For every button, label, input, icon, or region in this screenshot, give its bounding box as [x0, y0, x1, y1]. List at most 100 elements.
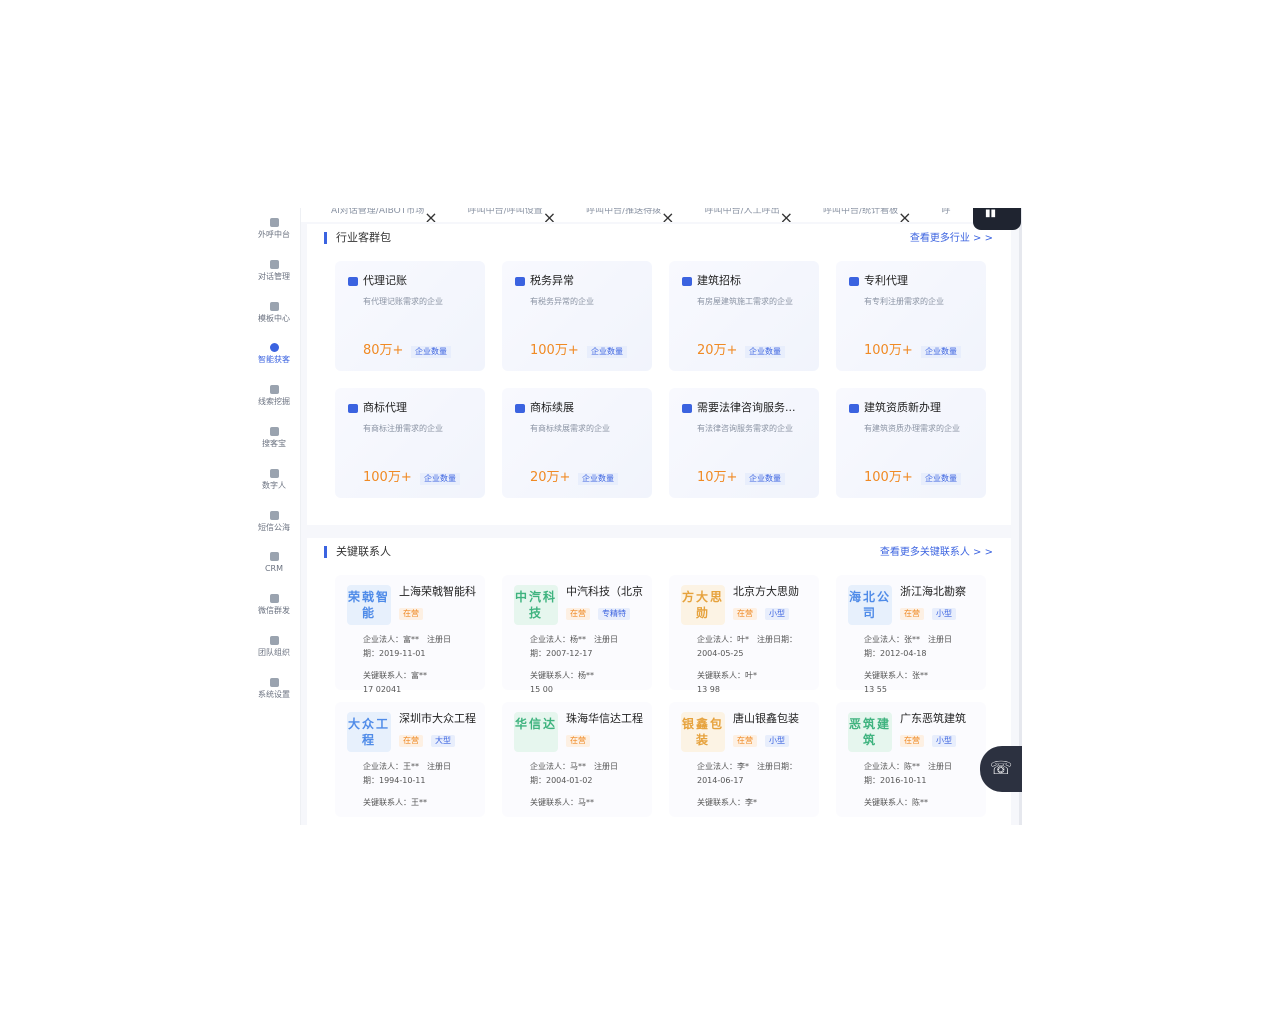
- sidebar-item[interactable]: 模板中心: [252, 301, 296, 324]
- company-count-badge: 企业数量: [921, 473, 961, 485]
- legal-person: 企业法人：叶* 注册日期：: [697, 635, 797, 645]
- company-logo: 华信达: [514, 712, 558, 752]
- contact-card[interactable]: 银鑫包装 唐山银鑫包装 在营 小型 企业法人：李* 注册日期： 2014-06-17 关键联系…: [669, 702, 819, 817]
- industry-card[interactable]: 代理记账 有代理记账需求的企业 80万+ 企业数量: [335, 261, 485, 371]
- legal-person-text: 企业法人：杨**: [530, 635, 586, 644]
- contact-card[interactable]: 荣戟智能 上海荣戟智能科 在营 企业法人：富** 注册日 期：2019-11-01 关键联系…: [335, 575, 485, 694]
- contact-card[interactable]: 中汽科技 中汽科技（北京 在营 专精特 企业法人：杨** 注册日 期：2007-12-17 关…: [502, 575, 652, 694]
- contacts-panel: 关键联系人 查看更多关键联系人 > > 荣戟智能 上海荣戟智能科 在营 企业法人：富*…: [307, 538, 1011, 825]
- reg-date: 期：1994-10-11: [363, 776, 426, 785]
- menu-icon: ▮▮: [985, 208, 997, 219]
- reg-date-label: 注册日: [594, 762, 618, 771]
- contact-phone[interactable]: 13 98: [697, 685, 720, 695]
- close-icon[interactable]: ×: [661, 208, 674, 222]
- company-logo: 中汽科技: [514, 585, 558, 625]
- industry-name: 需要法律咨询服务...: [697, 401, 796, 414]
- sidebar-item[interactable]: 微信群发: [252, 594, 296, 616]
- industry-card[interactable]: 建筑资质新办理 有建筑资质办理需求的企业 100万+ 企业数量: [836, 388, 986, 498]
- tab-item[interactable]: 呼叫中台/推送待拨: [586, 208, 661, 216]
- sidebar-item[interactable]: CRM: [252, 552, 296, 574]
- sidebar-item[interactable]: 数字人: [252, 468, 296, 491]
- industry-card[interactable]: 专利代理 有专利注册需求的企业 100万+ 企业数量: [836, 261, 986, 371]
- status-badge: 在营: [399, 735, 423, 747]
- close-icon[interactable]: ×: [898, 208, 911, 222]
- contact-card[interactable]: 恶筑建筑 广东恶筑建筑 在营 小型 企业法人：陈** 注册日 期：2016-10-11 关键联…: [836, 702, 986, 817]
- industry-name: 代理记账: [363, 274, 407, 287]
- size-badge: 小型: [932, 608, 956, 620]
- reg-date-label: 注册日: [594, 635, 618, 644]
- scrollbar[interactable]: [1019, 208, 1022, 825]
- key-contact: 关键联系人：李*: [697, 798, 757, 807]
- key-contact: 关键联系人：张**: [864, 671, 928, 680]
- sidebar-item[interactable]: 团队组织: [252, 636, 296, 658]
- dig-icon: [269, 385, 279, 395]
- contact-phone[interactable]: 13 55: [864, 685, 887, 695]
- wechat-icon: [269, 594, 279, 604]
- contacts-more-link[interactable]: 查看更多关键联系人 > >: [880, 547, 993, 559]
- company-count-badge: 企业数量: [411, 346, 451, 358]
- legal-person-text: 企业法人：王**: [363, 762, 419, 771]
- legal-person-text: 企业法人：叶*: [697, 635, 749, 644]
- contact-card[interactable]: 方大思勋 北京方大思勋 在营 小型 企业法人：叶* 注册日期： 2004-05-25 关键联系…: [669, 575, 819, 694]
- status-badge: 在营: [399, 608, 423, 620]
- industry-more-link[interactable]: 查看更多行业 > >: [910, 233, 993, 245]
- reg-date-label: 注册日: [928, 762, 952, 771]
- key-contact: 关键联系人：陈**: [864, 798, 928, 807]
- sidebar-item[interactable]: 线索挖掘: [252, 385, 296, 407]
- company-count-badge: 企业数量: [578, 473, 618, 485]
- tab-item[interactable]: 呼叫中台/人工呼出: [705, 208, 780, 216]
- sidebar-item[interactable]: 搜客宝: [252, 427, 296, 449]
- team-icon: [269, 636, 279, 645]
- industry-card[interactable]: 商标续展 有商标续展需求的企业 20万+ 企业数量: [502, 388, 652, 498]
- size-badge: 小型: [765, 735, 789, 747]
- size-badge: 专精特: [598, 608, 630, 620]
- reg-date-label: 注册日: [427, 762, 451, 771]
- legal-person: 企业法人：李* 注册日期：: [697, 762, 797, 772]
- floating-menu-button[interactable]: ▮▮: [973, 208, 1021, 230]
- industry-icon: [849, 277, 859, 286]
- tab-item[interactable]: 呼叫中台/呼叫设置: [468, 208, 543, 216]
- sidebar-item[interactable]: 对话管理: [252, 259, 296, 282]
- close-icon[interactable]: ×: [543, 208, 556, 222]
- phone-support-button[interactable]: ☏: [980, 746, 1022, 792]
- main-content: AI对话管理/AIBOT市场× 呼叫中台/呼叫设置× 呼叫中台/推送待拨× 呼叫中台/…: [301, 208, 1022, 825]
- industry-card[interactable]: 税务异常 有税务异常的企业 100万+ 企业数量: [502, 261, 652, 371]
- industry-name: 建筑招标: [697, 274, 741, 287]
- contact-card[interactable]: 海北公司 浙江海北勘察 在营 小型 企业法人：张** 注册日 期：2012-04-18 关键联…: [836, 575, 986, 694]
- tab-item[interactable]: 呼叫中台/统计看板: [823, 208, 898, 216]
- contact-phone[interactable]: 17 02041: [363, 685, 401, 695]
- sidebar-item-label: 搜客宝: [262, 439, 286, 448]
- template-icon: [269, 301, 279, 311]
- industry-desc: 有法律咨询服务需求的企业: [697, 424, 793, 433]
- sidebar-item[interactable]: 系统设置: [252, 677, 296, 700]
- reg-date-label: 注册日期：: [757, 762, 797, 771]
- legal-person: 企业法人：张** 注册日: [864, 635, 952, 645]
- industry-icon: [682, 277, 692, 286]
- sidebar-item[interactable]: 智能获客: [252, 343, 296, 365]
- sidebar-item-label: 对话管理: [258, 271, 290, 281]
- contacts-title: 关键联系人: [324, 546, 391, 558]
- company-count: 10万+: [697, 470, 738, 485]
- company-count-badge: 企业数量: [921, 346, 961, 358]
- sidebar-item[interactable]: 外呼中台: [252, 218, 296, 240]
- company-count-badge: 企业数量: [745, 473, 785, 485]
- company-count: 100万+: [530, 343, 579, 358]
- industry-card[interactable]: 需要法律咨询服务... 有法律咨询服务需求的企业 10万+ 企业数量: [669, 388, 819, 498]
- phone-icon: [269, 218, 279, 227]
- close-icon[interactable]: ×: [780, 208, 793, 222]
- industry-card[interactable]: 建筑招标 有房屋建筑施工需求的企业 20万+ 企业数量: [669, 261, 819, 371]
- company-name: 上海荣戟智能科: [399, 585, 476, 598]
- industry-icon: [849, 404, 859, 413]
- contact-phone[interactable]: 15 00: [530, 685, 553, 695]
- contact-card[interactable]: 大众工程 深圳市大众工程 在营 大型 企业法人：王** 注册日 期：1994-10-11 关键…: [335, 702, 485, 817]
- industry-card[interactable]: 商标代理 有商标注册需求的企业 100万+ 企业数量: [335, 388, 485, 498]
- tab-item[interactable]: 呼: [941, 208, 950, 216]
- tab-item[interactable]: AI对话管理/AIBOT市场: [331, 208, 424, 216]
- contact-card[interactable]: 华信达 珠海华信达工程 在营 企业法人：马** 注册日 期：2004-01-02 关键联系人…: [502, 702, 652, 817]
- reg-date-label: 注册日: [427, 635, 451, 644]
- size-badge: 小型: [932, 735, 956, 747]
- company-count-badge: 企业数量: [745, 346, 785, 358]
- industry-desc: 有商标续展需求的企业: [530, 424, 610, 433]
- close-icon[interactable]: ×: [424, 208, 437, 222]
- sidebar-item[interactable]: 短信公海: [252, 510, 296, 533]
